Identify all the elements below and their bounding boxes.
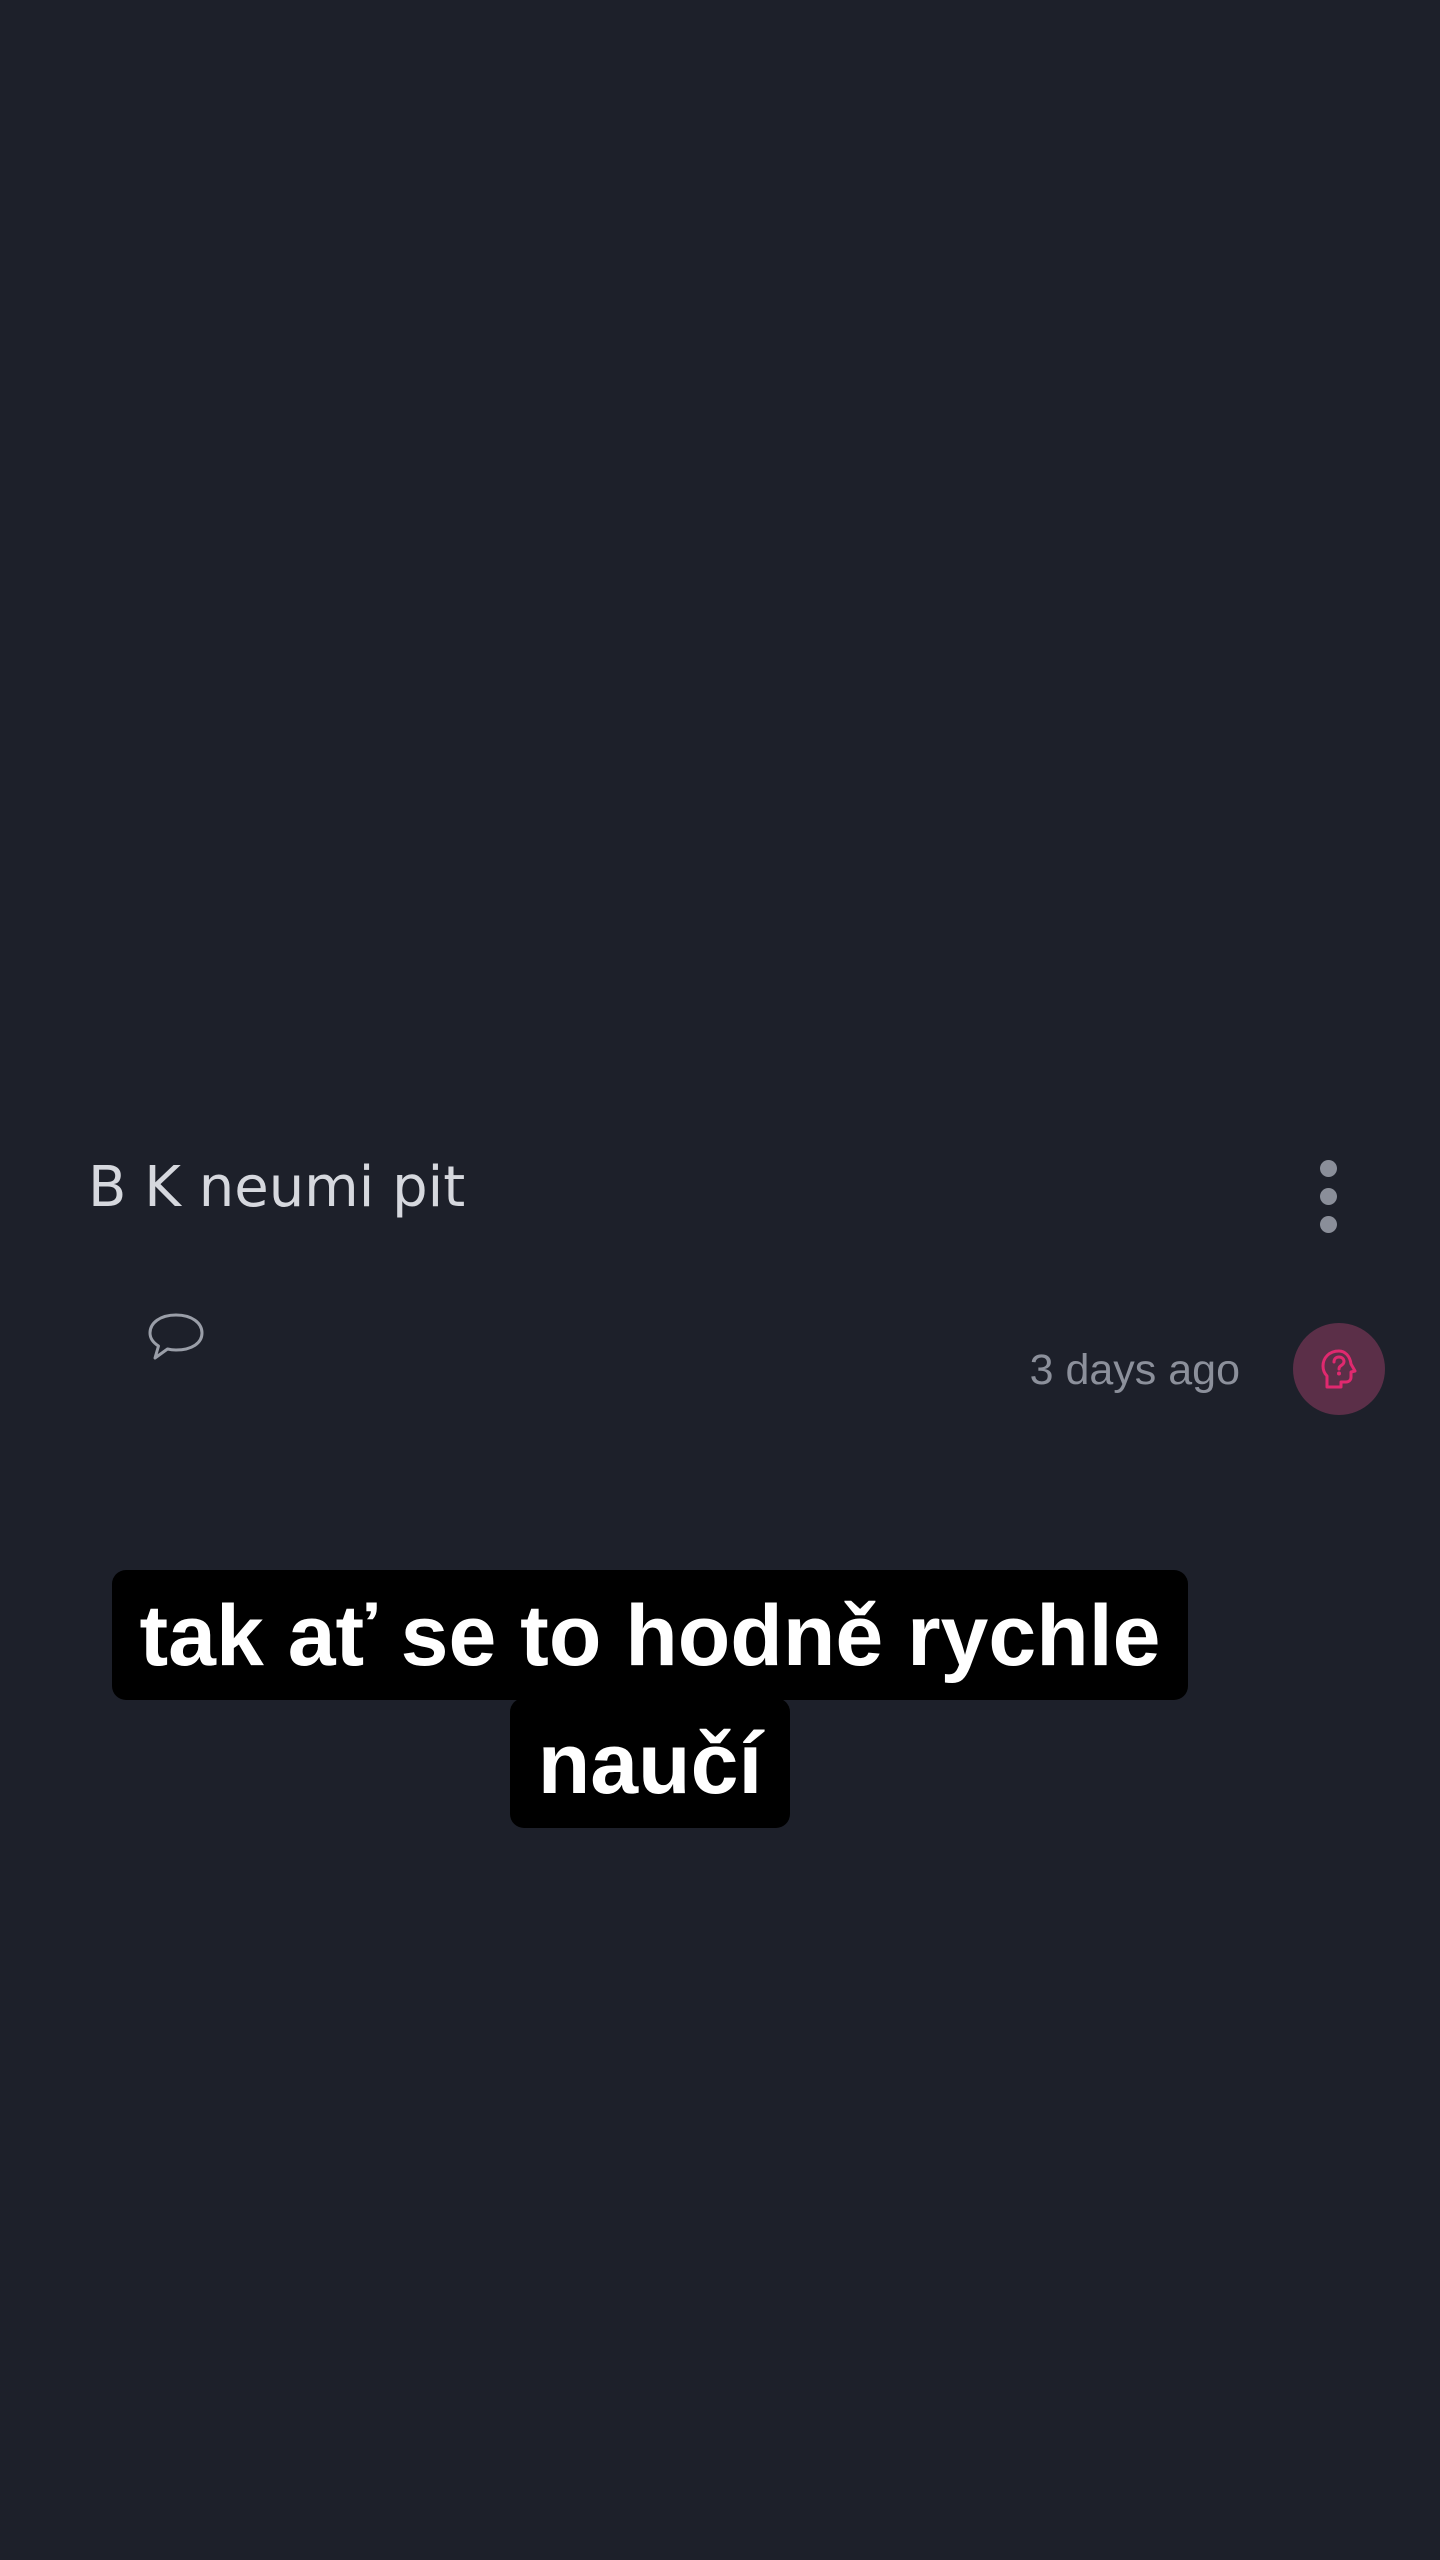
author-avatar[interactable] <box>1293 1323 1385 1415</box>
more-vertical-icon <box>1319 1159 1337 1177</box>
caption-overlay: tak ať se to hodně rychle naučí <box>0 1570 1300 1828</box>
comment-button[interactable] <box>134 1298 218 1376</box>
more-vertical-icon-dot <box>1319 1187 1337 1205</box>
comment-bubble-icon <box>148 1313 204 1360</box>
more-vertical-icon-dot <box>1319 1215 1337 1233</box>
caption-line-1: tak ať se to hodně rychle <box>111 1570 1189 1700</box>
head-question-icon <box>1321 1349 1357 1389</box>
more-options-button[interactable] <box>1290 1146 1366 1246</box>
post-timestamp: 3 days ago <box>1029 1346 1240 1394</box>
post-title: B K neumi pit <box>88 1155 466 1220</box>
post-screen: B K neumi pit 3 days ago tak ať se to ho… <box>0 0 1440 2560</box>
caption-line-2: naučí <box>509 1698 791 1828</box>
